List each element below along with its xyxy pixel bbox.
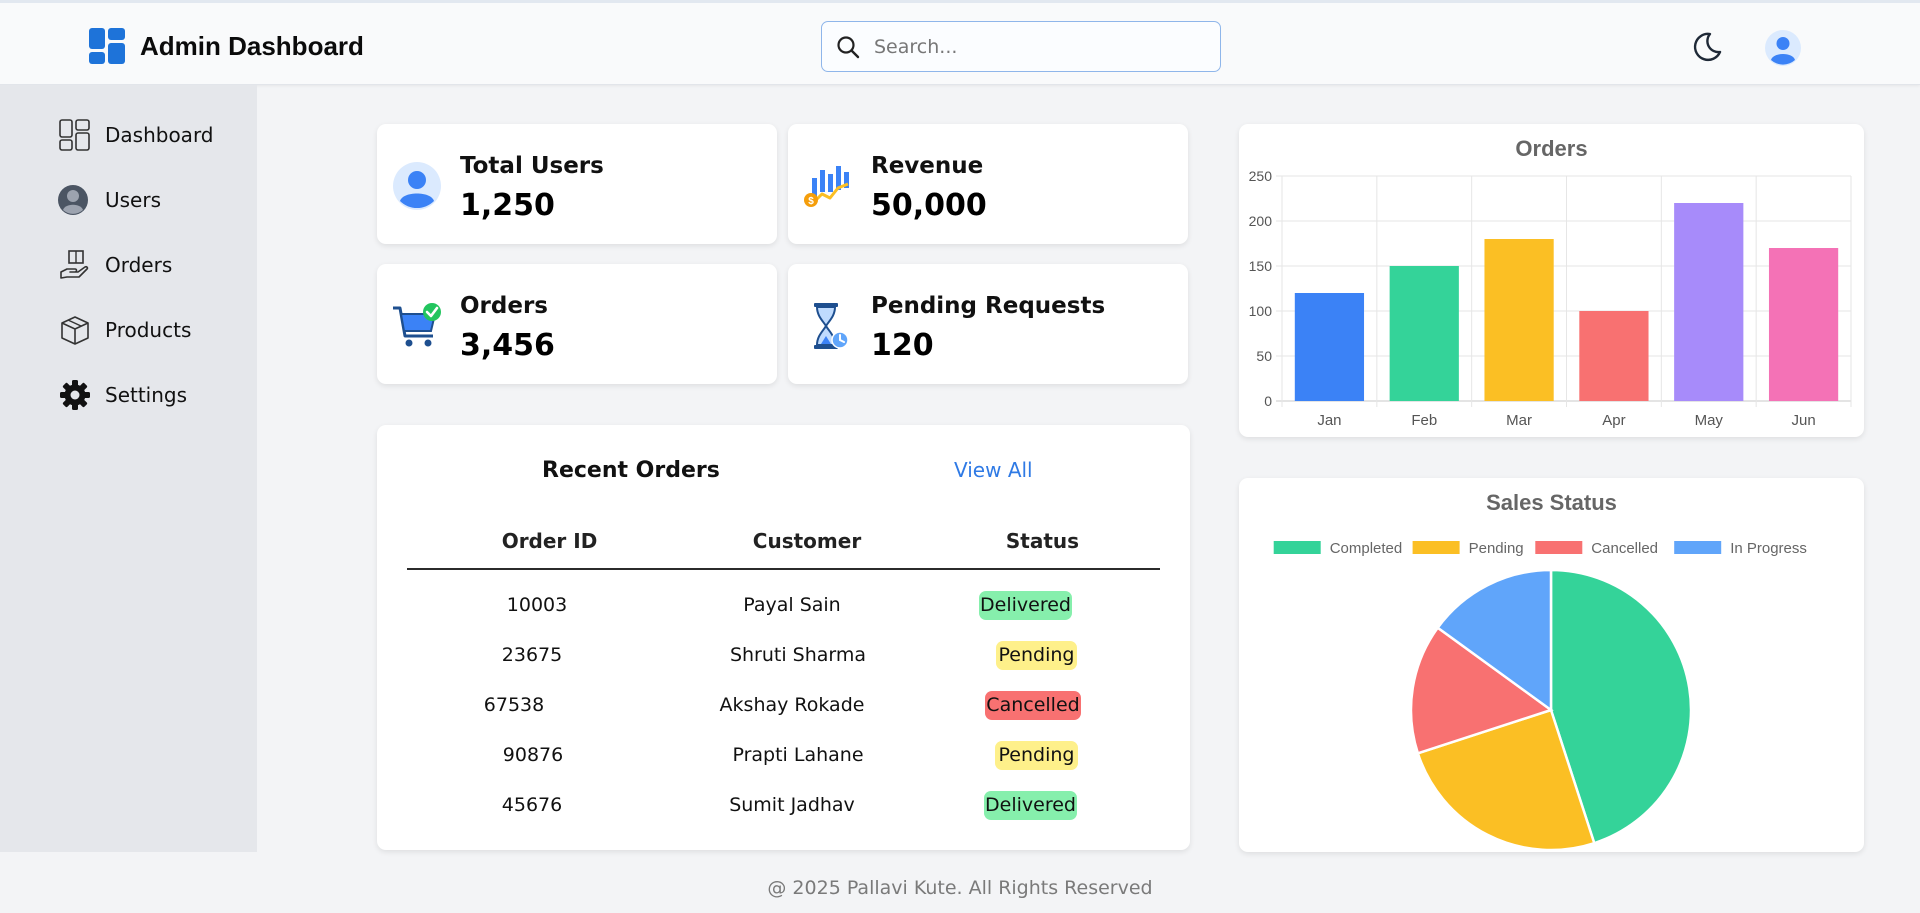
legend-swatch [1273,541,1321,554]
sidebar-item-settings[interactable]: Settings [58,377,187,413]
legend-label: Pending [1469,540,1524,557]
status-badge: Pending [996,641,1077,670]
moon-icon[interactable] [1690,30,1724,64]
view-all-link[interactable]: View All [954,458,1033,482]
customer-cell: Payal Sain [743,594,841,616]
hourglass-icon [814,303,849,349]
y-tick-label: 50 [1256,348,1272,364]
legend-label: Completed [1330,540,1403,557]
box-icon [61,316,89,345]
brand[interactable]: Admin Dashboard [89,28,364,64]
footer: @ 2025 Pallavi Kute. All Rights Reserved [0,852,1920,913]
y-tick-label: 200 [1249,213,1273,229]
app-title: Admin Dashboard [140,30,364,61]
x-tick-label: Feb [1411,412,1437,429]
footer-copyright: @ 2025 Pallavi Kute. All Rights Reserved [767,877,1153,899]
order-id-cell: 23675 [501,644,563,666]
user-avatar-icon [393,162,441,210]
dashboard-icon [59,119,90,151]
legend-swatch [1412,541,1460,554]
stat-card-revenue: $ Revenue 50,000 [788,124,1188,244]
sidebar-item-users[interactable]: Users [58,182,161,218]
order-id-cell: 90876 [502,744,564,766]
gear-icon [60,380,90,410]
status-badge: Cancelled [985,691,1081,720]
status-badge: Delivered [979,591,1072,620]
sidebar: Dashboard Users Orders Products Settings [0,85,257,852]
sidebar-item-label: Settings [105,383,188,407]
stat-label: Pending Requests [871,293,1106,319]
bar [1484,239,1554,401]
stat-label: Orders [460,293,548,319]
sales-status-pie-chart: Completed Pending Cancelled In Progress [1273,540,1807,852]
customer-cell: Prapti Lahane [732,744,864,766]
status-badge: Delivered [984,791,1077,820]
sidebar-item-orders[interactable]: Orders [58,247,172,283]
top-header: Admin Dashboard [0,0,1920,85]
customer-cell: Akshay Rokade [719,694,865,716]
customer-cell: Shruti Sharma [729,644,867,666]
x-tick-label: Mar [1506,412,1532,429]
table-divider [407,568,1160,570]
stat-card-total-users: Total Users 1,250 [377,124,777,244]
orders-chart-card: Orders 0 50 100 150 200 250 Jan Feb Mar Apr May Jun [1239,124,1864,437]
sidebar-item-label: Orders [105,253,173,277]
stat-value: 1,250 [460,188,555,223]
svg-text:$: $ [808,196,814,207]
order-id-cell: 45676 [501,794,563,816]
stat-card-pending-requests: Pending Requests 120 [788,264,1188,384]
stat-value: 3,456 [460,328,555,363]
stat-value: 50,000 [871,188,987,223]
sidebar-item-label: Products [105,318,192,342]
sidebar-item-label: Users [105,188,162,212]
bar [1768,248,1839,401]
revenue-chart-icon: $ [804,166,849,207]
x-tick-label: Jan [1317,412,1341,429]
stat-card-orders: Orders 3,456 [377,264,777,384]
stat-label: Total Users [460,153,604,179]
legend-label: In Progress [1730,540,1807,557]
y-tick-label: 0 [1264,393,1272,409]
bar [1389,266,1459,401]
stat-value: 120 [871,328,934,363]
legend-swatch [1674,541,1722,554]
search-icon [837,35,860,58]
sidebar-item-products[interactable]: Products [58,312,191,348]
recent-orders-title: Recent Orders [542,458,720,483]
y-tick-label: 150 [1249,258,1273,274]
search-input[interactable] [874,35,1204,58]
bar [1294,293,1365,401]
sales-status-card: Sales Status Completed Pending Cancelled In… [1239,478,1864,852]
orders-icon [60,250,89,279]
legend-swatch [1535,541,1583,554]
sidebar-item-label: Dashboard [105,123,214,147]
stat-label: Revenue [871,153,984,179]
column-header-order-id: Order ID [501,529,598,553]
x-tick-label: Jun [1791,412,1815,429]
order-id-cell: 10003 [506,594,568,616]
x-tick-label: Apr [1602,412,1625,429]
user-icon [58,185,88,215]
sidebar-item-dashboard[interactable]: Dashboard [58,117,214,153]
order-id-cell: 67538 [483,694,545,716]
user-avatar-icon[interactable] [1765,30,1801,66]
x-tick-label: May [1695,412,1724,429]
legend-label: Cancelled [1591,540,1658,557]
status-badge: Pending [995,741,1078,770]
column-header-customer: Customer [752,529,862,553]
y-tick-label: 250 [1249,168,1273,184]
cart-check-icon [393,303,441,347]
customer-cell: Sumit Jadhav [729,794,855,816]
orders-bar-chart: 0 50 100 150 200 250 Jan Feb Mar Apr May Jun [1249,168,1852,429]
bar [1674,203,1744,401]
dashboard-grid-icon [89,28,125,64]
bar [1579,311,1649,401]
recent-orders-card: Recent Orders View All Order ID Customer… [377,425,1190,850]
y-tick-label: 100 [1249,303,1273,319]
search-box[interactable] [821,21,1221,72]
column-header-status: Status [1005,529,1080,553]
